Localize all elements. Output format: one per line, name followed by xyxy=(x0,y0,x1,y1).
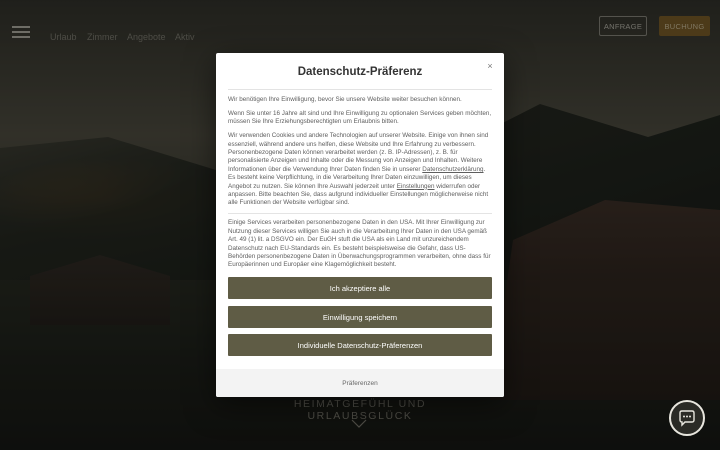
chat-bubble-icon xyxy=(679,410,695,427)
consent-intro: Wir benötigen Ihre Einwilligung, bevor S… xyxy=(228,96,462,103)
settings-link[interactable]: Einstellungen xyxy=(397,183,435,190)
preferences-link[interactable]: Präferenzen xyxy=(342,380,377,387)
age-notice: Wenn Sie unter 16 Jahre alt sind und Ihr… xyxy=(228,109,492,126)
modal-footer: Präferenzen xyxy=(216,369,504,397)
cookie-description: Wir verwenden Cookies und andere Technol… xyxy=(228,132,489,207)
individual-preferences-button[interactable]: Individuelle Datenschutz-Präferenzen xyxy=(228,334,492,356)
modal-body[interactable]: Wir benötigen Ihre Einwilligung, bevor S… xyxy=(228,96,492,306)
divider xyxy=(228,89,492,90)
chat-button[interactable] xyxy=(669,400,705,436)
accept-all-button[interactable]: Ich akzeptiere alle xyxy=(228,277,492,299)
save-consent-button[interactable]: Einwilligung speichern xyxy=(228,306,492,328)
us-data-notice: Einige Services verarbeiten personenbezo… xyxy=(228,219,491,269)
divider xyxy=(228,213,492,215)
close-icon[interactable]: × xyxy=(485,61,495,71)
privacy-modal: Datenschutz-Präferenz × Wir benötigen Ih… xyxy=(216,53,504,397)
privacy-policy-link[interactable]: Datenschutzerklärung xyxy=(422,166,483,173)
modal-title: Datenschutz-Präferenz xyxy=(297,66,423,78)
